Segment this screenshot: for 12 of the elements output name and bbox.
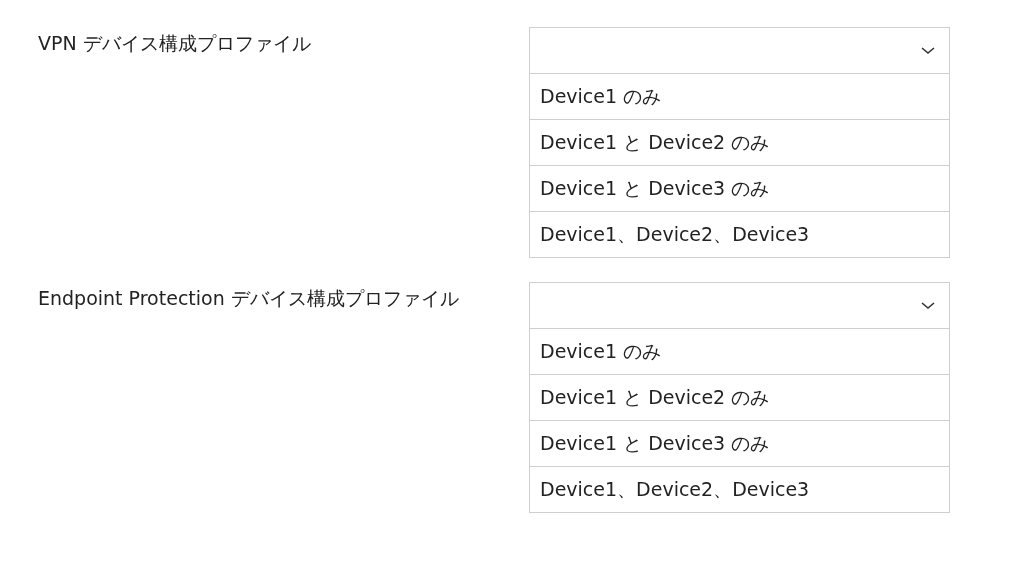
dropdown-option[interactable]: Device1 と Device3 のみ xyxy=(530,166,949,212)
dropdown-option[interactable]: Device1 と Device2 のみ xyxy=(530,120,949,166)
question-label: VPN デバイス構成プロファイル xyxy=(37,31,312,55)
chevron-down-icon xyxy=(921,46,935,55)
dropdown-option[interactable]: Device1、Device2、Device3 xyxy=(530,467,949,512)
dropdown-option[interactable]: Device1、Device2、Device3 xyxy=(530,212,949,257)
dropdown-option[interactable]: Device1 と Device2 のみ xyxy=(530,375,949,421)
question-label: Endpoint Protection デバイス構成プロファイル xyxy=(37,286,460,310)
dropdown-option[interactable]: Device1 のみ xyxy=(530,329,949,375)
chevron-down-icon xyxy=(921,301,935,310)
dropdown-option[interactable]: Device1 のみ xyxy=(530,74,949,120)
dropdown-option[interactable]: Device1 と Device3 のみ xyxy=(530,421,949,467)
